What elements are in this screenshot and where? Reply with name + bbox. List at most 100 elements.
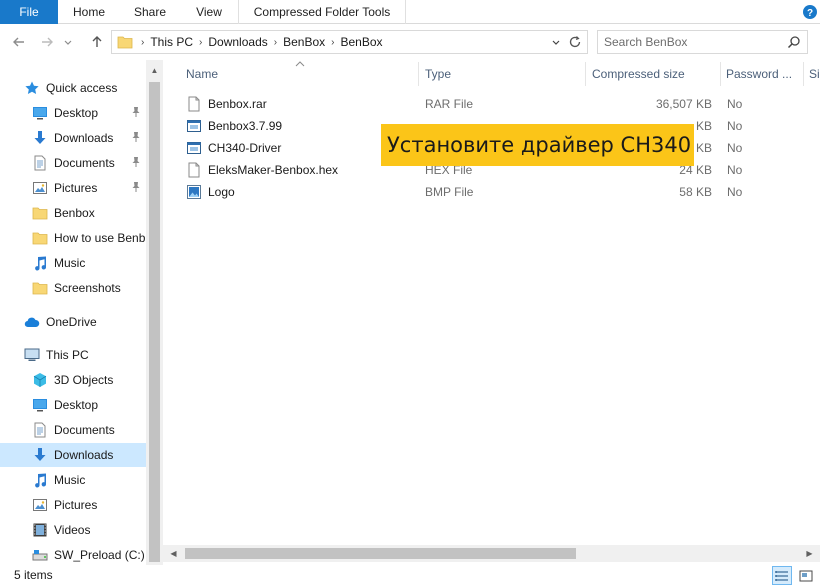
sidebar-item-this-pc[interactable]: This PC <box>0 343 146 367</box>
sidebar-item-onedrive[interactable]: OneDrive <box>0 310 146 334</box>
file-name: EleksMaker-Benbox.hex <box>208 163 339 177</box>
sidebar-item-sw-preload-c[interactable]: SW_Preload (C:) <box>0 543 146 565</box>
file-name: Logo <box>208 185 235 199</box>
sidebar-item-music[interactable]: Music <box>0 251 146 275</box>
file-compressed-size: 58 KB <box>679 185 712 199</box>
nav-pane-scrollbar[interactable]: ▲ <box>146 60 163 565</box>
music-icon <box>32 255 48 271</box>
large-icons-view-icon[interactable] <box>796 566 816 585</box>
download-icon <box>32 447 48 463</box>
application-icon <box>186 118 202 134</box>
column-header-type[interactable]: Type <box>419 60 585 88</box>
sidebar-item-label: Music <box>54 256 86 270</box>
sort-ascending-icon <box>295 59 305 69</box>
sidebar-item-quick-access[interactable]: Quick access <box>0 76 146 100</box>
search-icon[interactable] <box>787 35 801 49</box>
sidebar-item-how-to-use-benb[interactable]: How to use Benb <box>0 226 146 250</box>
folder-icon <box>117 35 133 49</box>
details-view-icon[interactable] <box>772 566 792 585</box>
sidebar-item-pictures[interactable]: Pictures <box>0 176 146 200</box>
horizontal-scrollbar[interactable]: ◀ ▶ <box>163 545 820 562</box>
sidebar-item-documents[interactable]: Documents <box>0 418 146 442</box>
address-bar[interactable]: › This PC › Downloads › BenBox › BenBox <box>111 30 588 54</box>
sidebar-item-label: Documents <box>54 423 115 437</box>
scroll-right-icon[interactable]: ▶ <box>801 545 818 562</box>
desktop-icon <box>32 105 48 121</box>
address-history-chevron-down-icon[interactable] <box>549 34 563 50</box>
breadcrumb-benbox[interactable]: BenBox <box>278 35 330 49</box>
sidebar-item-label: Pictures <box>54 498 98 512</box>
status-bar: 5 items <box>0 565 820 586</box>
file-name: CH340-Driver <box>208 141 282 155</box>
file-password: No <box>727 185 743 199</box>
scroll-up-icon[interactable]: ▲ <box>146 62 163 79</box>
tab-compressed-folder-tools[interactable]: Compressed Folder Tools <box>238 0 406 24</box>
sidebar-item-videos[interactable]: Videos <box>0 518 146 542</box>
address-row: › This PC › Downloads › BenBox › BenBox <box>0 25 820 59</box>
tab-view[interactable]: View <box>180 0 238 24</box>
sidebar-item-label: Screenshots <box>54 281 121 295</box>
folder-icon <box>32 230 48 246</box>
help-icon[interactable]: ? <box>800 2 820 22</box>
back-icon[interactable] <box>10 33 28 51</box>
pin-icon[interactable] <box>130 106 142 118</box>
folder-icon <box>32 280 48 296</box>
column-header-size[interactable]: Si <box>804 60 820 88</box>
search-input[interactable] <box>604 34 779 50</box>
documents-icon <box>32 422 48 438</box>
recent-locations-chevron-down-icon[interactable] <box>62 33 74 51</box>
sidebar-item-music[interactable]: Music <box>0 468 146 492</box>
sidebar-item-downloads[interactable]: Downloads <box>0 126 146 150</box>
sidebar-item-label: How to use Benb <box>54 231 146 245</box>
pin-icon[interactable] <box>130 156 142 168</box>
breadcrumb: › This PC › Downloads › BenBox › BenBox <box>140 31 388 53</box>
download-icon <box>32 130 48 146</box>
sidebar-item-desktop[interactable]: Desktop <box>0 393 146 417</box>
sidebar-item-documents[interactable]: Documents <box>0 151 146 175</box>
breadcrumb-benbox-current[interactable]: BenBox <box>335 35 387 49</box>
up-icon[interactable] <box>88 33 106 51</box>
column-header-password[interactable]: Password ... <box>720 60 802 88</box>
tab-file[interactable]: File <box>0 0 58 24</box>
sidebar-item-label: Desktop <box>54 398 99 412</box>
sidebar-item-pictures[interactable]: Pictures <box>0 493 146 517</box>
sidebar-item-3d-objects[interactable]: 3D Objects <box>0 368 146 392</box>
sidebar-item-label: Quick access <box>46 81 118 95</box>
breadcrumb-this-pc[interactable]: This PC <box>145 35 198 49</box>
desktop-icon <box>32 397 48 413</box>
column-header-compressed-size[interactable]: Compressed size <box>586 60 720 88</box>
sidebar-item-screenshots[interactable]: Screenshots <box>0 276 146 300</box>
file-type: BMP File <box>425 185 474 199</box>
image-icon <box>186 184 202 200</box>
sidebar-item-label: Videos <box>54 523 91 537</box>
sidebar-item-label: Downloads <box>54 131 114 145</box>
sidebar-item-label: Pictures <box>54 181 98 195</box>
ribbon: File Home Share View Compressed Folder T… <box>0 0 820 24</box>
sidebar-item-label: OneDrive <box>46 315 97 329</box>
folder-icon <box>32 205 48 221</box>
refresh-icon[interactable] <box>567 34 583 50</box>
music-icon <box>32 472 48 488</box>
breadcrumb-downloads[interactable]: Downloads <box>203 35 272 49</box>
pin-icon[interactable] <box>130 181 142 193</box>
search-box <box>597 30 808 54</box>
tab-home[interactable]: Home <box>58 0 120 24</box>
sidebar-item-downloads[interactable]: Downloads <box>0 443 146 467</box>
table-row[interactable]: Benbox.rar RAR File 36,507 KB No <box>180 93 820 115</box>
pin-icon[interactable] <box>130 131 142 143</box>
instruction-banner: Установите драйвер CH340 <box>381 124 694 166</box>
file-password: No <box>727 97 743 111</box>
forward-icon[interactable] <box>38 33 56 51</box>
sidebar-item-label: 3D Objects <box>54 373 114 387</box>
sidebar-item-desktop[interactable]: Desktop <box>0 101 146 125</box>
scrollbar-thumb[interactable] <box>185 548 576 559</box>
sidebar-item-benbox[interactable]: Benbox <box>0 201 146 225</box>
scrollbar-thumb[interactable] <box>149 82 160 562</box>
scroll-left-icon[interactable]: ◀ <box>165 545 182 562</box>
sidebar-item-label: Desktop <box>54 106 99 120</box>
file-password: No <box>727 141 743 155</box>
tab-share[interactable]: Share <box>120 0 180 24</box>
computer-icon <box>24 347 40 363</box>
table-row[interactable]: Logo BMP File 58 KB No <box>180 181 820 203</box>
sidebar-item-label: Music <box>54 473 86 487</box>
